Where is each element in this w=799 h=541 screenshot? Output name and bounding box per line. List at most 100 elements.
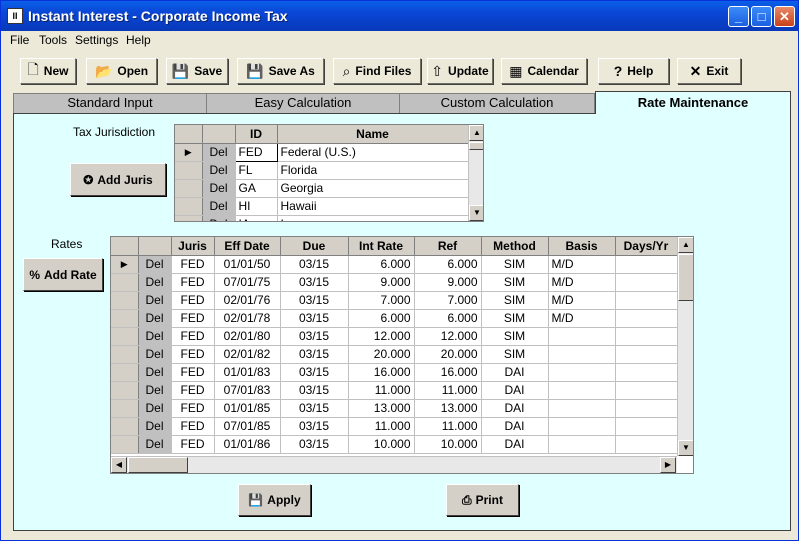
rate-header-juris[interactable]: Juris — [171, 237, 215, 256]
row-selector[interactable] — [111, 345, 139, 364]
jur-header-id[interactable]: ID — [235, 125, 278, 144]
scroll-thumb[interactable] — [469, 142, 483, 150]
rate-days-yr-cell[interactable] — [615, 399, 678, 418]
rate-basis-cell[interactable] — [548, 399, 616, 418]
save-button[interactable]: 💾 Save — [166, 58, 228, 84]
rate-method-cell[interactable]: SIM — [481, 309, 549, 328]
menu-file[interactable]: File — [10, 33, 29, 47]
add-juris-button[interactable]: ✪ Add Juris — [70, 163, 166, 196]
row-selector[interactable] — [175, 179, 203, 198]
menu-tools[interactable]: Tools — [39, 33, 67, 47]
rate-row[interactable]: Del FED 02/01/76 03/15 7.000 7.000 SIM M/D — [111, 291, 678, 310]
rate-due-cell[interactable]: 03/15 — [280, 435, 349, 454]
rate-int-rate-cell[interactable]: 20.000 — [348, 345, 415, 364]
row-selector[interactable] — [111, 399, 139, 418]
rate-eff-date-cell[interactable]: 07/01/83 — [214, 381, 281, 400]
open-button[interactable]: 📂 Open — [86, 58, 157, 84]
rate-juris-cell[interactable]: FED — [171, 255, 215, 274]
rate-days-yr-cell[interactable] — [615, 273, 678, 292]
rate-ref-cell[interactable]: 6.000 — [414, 309, 482, 328]
tab-easy-calculation[interactable]: Easy Calculation — [206, 93, 400, 113]
rate-days-yr-cell[interactable] — [615, 291, 678, 310]
rate-days-yr-cell[interactable] — [615, 417, 678, 436]
row-selector[interactable] — [111, 309, 139, 328]
row-selector[interactable] — [175, 215, 203, 221]
rate-del-cell[interactable]: Del — [138, 399, 172, 418]
rate-int-rate-cell[interactable]: 9.000 — [348, 273, 415, 292]
rate-days-yr-cell[interactable] — [615, 435, 678, 454]
rate-int-rate-cell[interactable]: 12.000 — [348, 327, 415, 346]
rate-method-cell[interactable]: SIM — [481, 255, 549, 274]
rate-ref-cell[interactable]: 12.000 — [414, 327, 482, 346]
jurisdiction-row[interactable]: ▶ Del FED Federal (U.S.) — [175, 142, 469, 162]
minimize-button[interactable]: _ — [728, 6, 749, 27]
row-selector[interactable] — [111, 327, 139, 346]
rate-del-cell[interactable]: Del — [138, 363, 172, 382]
rate-ref-cell[interactable]: 11.000 — [414, 417, 482, 436]
rate-due-cell[interactable]: 03/15 — [280, 363, 349, 382]
rate-header-due[interactable]: Due — [280, 237, 349, 256]
jur-del-cell[interactable]: Del — [202, 161, 236, 180]
rate-days-yr-cell[interactable] — [615, 363, 678, 382]
rate-basis-cell[interactable]: M/D — [548, 291, 616, 310]
rate-del-cell[interactable]: Del — [138, 327, 172, 346]
row-selector[interactable] — [111, 381, 139, 400]
calendar-button[interactable]: ▦ Calendar — [501, 58, 587, 84]
jurisdiction-row[interactable]: DelIAIowa — [175, 215, 469, 221]
row-selector[interactable] — [111, 291, 139, 310]
rate-int-rate-cell[interactable]: 11.000 — [348, 417, 415, 436]
rate-int-rate-cell[interactable]: 16.000 — [348, 363, 415, 382]
rate-basis-cell[interactable]: M/D — [548, 255, 616, 274]
rate-int-rate-cell[interactable]: 6.000 — [348, 309, 415, 328]
rate-days-yr-cell[interactable] — [615, 327, 678, 346]
rate-juris-cell[interactable]: FED — [171, 417, 215, 436]
rate-juris-cell[interactable]: FED — [171, 327, 215, 346]
row-selector[interactable] — [175, 197, 203, 216]
rate-row[interactable]: Del FED 07/01/83 03/15 11.000 11.000 DAI — [111, 381, 678, 400]
row-selector[interactable] — [111, 363, 139, 382]
rate-basis-cell[interactable] — [548, 381, 616, 400]
rate-days-yr-cell[interactable] — [615, 255, 678, 274]
jur-del-cell[interactable]: Del — [202, 197, 236, 216]
rates-grid[interactable]: Juris Eff Date Due Int Rate Ref Method B… — [110, 236, 694, 474]
scroll-down-button[interactable]: ▼ — [469, 205, 483, 221]
rate-del-cell[interactable]: Del — [138, 345, 172, 364]
rate-row[interactable]: ▶ Del FED 01/01/50 03/15 6.000 6.000 SIM M/D — [111, 255, 678, 274]
rate-int-rate-cell[interactable]: 11.000 — [348, 381, 415, 400]
maximize-button[interactable]: □ — [751, 6, 772, 27]
row-selector[interactable] — [111, 417, 139, 436]
add-rate-button[interactable]: % Add Rate — [23, 258, 103, 291]
rate-ref-cell[interactable]: 10.000 — [414, 435, 482, 454]
jur-id-cell[interactable]: IA — [235, 215, 278, 221]
rate-ref-cell[interactable]: 11.000 — [414, 381, 482, 400]
exit-button[interactable]: ✕ Exit — [677, 58, 741, 84]
rate-juris-cell[interactable]: FED — [171, 435, 215, 454]
rate-method-cell[interactable]: DAI — [481, 435, 549, 454]
menu-settings[interactable]: Settings — [75, 33, 118, 47]
rates-hscroll-thumb[interactable] — [128, 457, 188, 473]
jurisdiction-row[interactable]: Del GA Georgia — [175, 179, 469, 198]
rate-int-rate-cell[interactable]: 6.000 — [348, 255, 415, 274]
update-button[interactable]: ⇧ Update — [427, 58, 493, 84]
rate-header-ref[interactable]: Ref — [414, 237, 482, 256]
jurisdiction-row[interactable]: Del FL Florida — [175, 161, 469, 180]
jur-name-cell[interactable]: Iowa — [277, 215, 469, 221]
rate-del-cell[interactable]: Del — [138, 255, 172, 274]
rate-del-cell[interactable]: Del — [138, 291, 172, 310]
rate-row[interactable]: Del FED 07/01/75 03/15 9.000 9.000 SIM M/D — [111, 273, 678, 292]
jur-name-cell[interactable]: Florida — [277, 161, 469, 180]
rate-eff-date-cell[interactable]: 02/01/82 — [214, 345, 281, 364]
rate-days-yr-cell[interactable] — [615, 309, 678, 328]
rate-basis-cell[interactable] — [548, 363, 616, 382]
save-as-button[interactable]: 💾 Save As — [237, 58, 324, 84]
close-button[interactable]: ✕ — [774, 6, 795, 27]
rate-row[interactable]: Del FED 01/01/85 03/15 13.000 13.000 DAI — [111, 399, 678, 418]
rate-eff-date-cell[interactable]: 07/01/85 — [214, 417, 281, 436]
rate-basis-cell[interactable] — [548, 417, 616, 436]
rate-due-cell[interactable]: 03/15 — [280, 255, 349, 274]
rate-header-days-yr[interactable]: Days/Yr — [615, 237, 678, 256]
rate-juris-cell[interactable]: FED — [171, 399, 215, 418]
rate-del-cell[interactable]: Del — [138, 435, 172, 454]
rates-scroll-up-button[interactable]: ▲ — [678, 237, 693, 253]
rate-eff-date-cell[interactable]: 02/01/80 — [214, 327, 281, 346]
